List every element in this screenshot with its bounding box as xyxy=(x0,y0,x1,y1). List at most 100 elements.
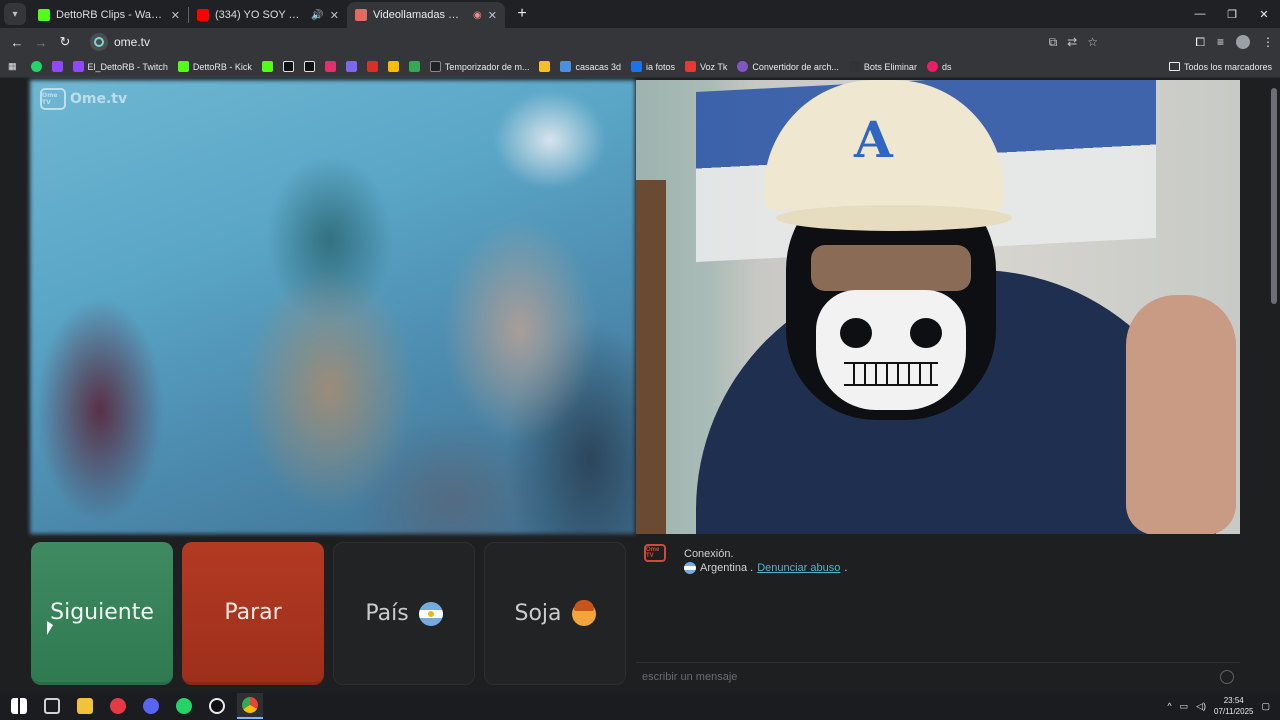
bookmark-label: El_DettoRB - Twitch xyxy=(87,61,168,72)
country-filter-button[interactable]: País xyxy=(333,542,475,685)
bookmark-item[interactable]: DettoRB - Kick xyxy=(177,61,252,72)
colors-icon xyxy=(408,61,420,72)
connection-status: Conexión. xyxy=(684,548,734,560)
bookmark-item[interactable] xyxy=(539,61,551,72)
forward-icon[interactable]: → xyxy=(30,31,52,53)
close-tab-icon[interactable]: ✕ xyxy=(330,9,339,22)
report-suffix: . xyxy=(844,562,848,574)
yellow-app-icon xyxy=(539,61,551,72)
obs-button[interactable] xyxy=(204,693,230,719)
bookmark-item[interactable] xyxy=(30,61,42,72)
stranger-country: Argentina . xyxy=(700,562,754,574)
restore-icon[interactable]: ❐ xyxy=(1216,0,1248,28)
reload-icon[interactable]: ↻ xyxy=(54,31,76,53)
bookmark-item[interactable] xyxy=(345,61,357,72)
tab-strip: ▾ DettoRB Clips - Watch Live on K ✕ (334… xyxy=(0,0,1280,28)
clock[interactable]: 23:54 07/11/2025 xyxy=(1214,695,1253,717)
clock-date: 07/11/2025 xyxy=(1214,707,1254,716)
scrollbar-thumb[interactable] xyxy=(1271,88,1277,304)
bookmark-star-icon[interactable]: ☆ xyxy=(1087,35,1098,50)
tab-youtube[interactable]: (334) YO SOY TU MAESTRO 🔊 ✕ xyxy=(189,2,347,28)
whatsapp-icon xyxy=(30,61,42,72)
bookmark-item[interactable] xyxy=(324,61,336,72)
bookmark-item[interactable]: Voz Tk xyxy=(685,61,727,72)
bookmark-item[interactable] xyxy=(366,61,378,72)
whatsapp-button[interactable] xyxy=(171,693,197,719)
kick-icon xyxy=(261,61,273,72)
notifications-icon[interactable]: ▢ xyxy=(1261,701,1270,712)
bot-icon xyxy=(848,61,860,72)
tab-ometv[interactable]: Videollamadas OmeTV — A ◉ ✕ xyxy=(347,2,505,28)
taskbar-app-button[interactable] xyxy=(138,693,164,719)
bookmark-item[interactable] xyxy=(303,61,315,72)
volume-icon[interactable]: ◁) xyxy=(1196,701,1206,712)
bookmark-item[interactable]: ds xyxy=(926,61,952,72)
apps-grid-icon[interactable]: ▦ xyxy=(8,61,17,72)
speaker-icon[interactable]: 🔊 xyxy=(311,10,323,21)
bookmark-item[interactable] xyxy=(261,61,273,72)
bookmark-label: ia fotos xyxy=(645,61,676,72)
url-text[interactable]: ome.tv xyxy=(114,35,150,49)
close-tab-icon[interactable]: ✕ xyxy=(171,9,180,22)
bookmark-item[interactable]: Bots Eliminar xyxy=(848,61,917,72)
profile-avatar-icon[interactable] xyxy=(1236,35,1250,49)
canva-icon xyxy=(345,61,357,72)
tab-title: (334) YO SOY TU MAESTRO xyxy=(215,9,305,21)
task-view-button[interactable] xyxy=(39,693,65,719)
stop-button[interactable]: Parar xyxy=(182,542,324,685)
emoji-icon[interactable] xyxy=(1220,669,1234,684)
install-app-icon[interactable]: ⧉ xyxy=(1049,35,1058,50)
tab-search-chevron-icon[interactable]: ▾ xyxy=(4,3,26,25)
discord-icon xyxy=(143,698,159,714)
minimize-icon[interactable]: — xyxy=(1184,0,1216,28)
twitch-icon xyxy=(72,61,84,72)
address-bar[interactable]: ome.tv ⧉ ⇄ ☆ xyxy=(84,30,1104,54)
system-tray: ^ ▭ ◁) 23:54 07/11/2025 ▢ xyxy=(1167,695,1280,717)
close-tab-icon[interactable]: ✕ xyxy=(488,9,497,22)
menu-kebab-icon[interactable]: ⋮ xyxy=(1262,35,1274,49)
close-window-icon[interactable]: ✕ xyxy=(1248,0,1280,28)
boy-face-icon xyxy=(571,599,596,626)
file-explorer-button[interactable] xyxy=(72,693,98,719)
bookmark-item[interactable]: casacas 3d xyxy=(560,61,621,72)
translate-icon[interactable]: ⇄ xyxy=(1067,35,1077,50)
bookmark-item[interactable]: ia fotos xyxy=(630,61,676,72)
bookmark-item[interactable]: El_DettoRB - Twitch xyxy=(72,61,168,72)
all-bookmarks-button[interactable]: Todos los marcadores xyxy=(1168,62,1272,72)
bookmark-label: DettoRB - Kick xyxy=(192,61,252,72)
back-icon[interactable]: ← xyxy=(6,31,28,53)
next-button[interactable]: Siguiente xyxy=(31,542,173,685)
message-input[interactable] xyxy=(642,670,1214,683)
media-controls-icon[interactable]: ≡ xyxy=(1217,35,1224,49)
page-scrollbar[interactable] xyxy=(1268,78,1280,692)
bookmark-item[interactable] xyxy=(387,61,399,72)
bookmark-item[interactable] xyxy=(282,61,294,72)
bookmark-label: ds xyxy=(941,61,952,72)
site-info-icon[interactable] xyxy=(90,33,108,51)
report-abuse-link[interactable]: Denunciar abuso xyxy=(757,562,840,574)
clock-time: 23:54 xyxy=(1223,696,1244,705)
country-button-label: País xyxy=(365,601,409,626)
meta-ai-icon xyxy=(630,61,642,72)
network-icon[interactable]: ▭ xyxy=(1180,701,1189,712)
start-button[interactable] xyxy=(6,693,32,719)
hand xyxy=(1126,295,1236,534)
tray-expand-icon[interactable]: ^ xyxy=(1167,701,1171,711)
folder-icon xyxy=(1168,62,1180,71)
youtube-favicon-icon xyxy=(197,9,209,21)
tab-kick[interactable]: DettoRB Clips - Watch Live on K ✕ xyxy=(30,2,188,28)
bookmark-item[interactable] xyxy=(408,61,420,72)
bookmark-item[interactable] xyxy=(51,61,63,72)
chrome-button[interactable] xyxy=(237,693,263,719)
ometv-favicon-icon xyxy=(355,9,367,21)
next-button-label: Siguiente xyxy=(50,599,154,625)
extensions-icon[interactable]: ⧠ xyxy=(1195,35,1205,50)
bookmark-item[interactable]: Temporizador de m... xyxy=(429,61,529,72)
bookmark-item[interactable]: Convertidor de arch... xyxy=(737,61,839,72)
taskbar-app-button[interactable] xyxy=(105,693,131,719)
new-tab-button[interactable]: + xyxy=(511,3,533,25)
spark-icon xyxy=(387,61,399,72)
tab-title: DettoRB Clips - Watch Live on K xyxy=(56,9,165,21)
self-camera-video: A xyxy=(636,80,1240,534)
gender-filter-button[interactable]: Soja xyxy=(484,542,626,685)
